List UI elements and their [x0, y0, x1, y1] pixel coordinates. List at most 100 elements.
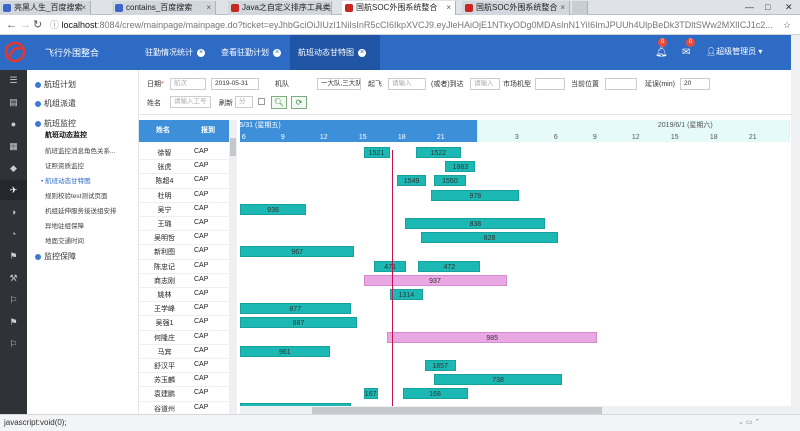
close-icon[interactable]: ×: [322, 1, 327, 15]
sidebar-item[interactable]: 证照资质监控: [45, 160, 84, 170]
maximize-icon[interactable]: □: [765, 0, 770, 14]
close-icon[interactable]: ×: [206, 1, 211, 15]
flight-bar[interactable]: 167: [363, 388, 378, 400]
grid-scrollbar[interactable]: [229, 120, 237, 415]
sidebar-item[interactable]: 航班监控消息角色关系...: [45, 145, 115, 155]
user-icon[interactable]: ●: [0, 114, 27, 134]
sidebar-sub-dynamic[interactable]: 航班动态监控: [45, 130, 87, 140]
close-icon[interactable]: ×: [560, 1, 565, 15]
tab-flight-gantt[interactable]: 航班动态甘特图 ×: [290, 35, 380, 70]
flight-bar[interactable]: 887: [240, 317, 357, 329]
flight-bar[interactable]: 738: [433, 374, 563, 386]
menu-icon[interactable]: ☰: [0, 70, 27, 90]
flight-bar[interactable]: 967: [240, 246, 355, 258]
sidebar-item[interactable]: 异地驻组保障: [45, 220, 84, 230]
close-icon[interactable]: ×: [446, 1, 451, 15]
close-tab-icon[interactable]: ×: [273, 48, 281, 57]
browser-tab-3[interactable]: Java之自定义排序工具类 ×: [228, 1, 332, 15]
grid-scroll-thumb[interactable]: [230, 138, 236, 156]
crew-name[interactable]: 吴宁: [148, 205, 181, 215]
crew-name[interactable]: 苏玉麟: [148, 375, 181, 385]
flight-bar[interactable]: 1550: [433, 175, 467, 187]
minimize-icon[interactable]: —: [745, 0, 754, 14]
flight-bar[interactable]: 168: [402, 388, 468, 400]
crew-name[interactable]: 新利图: [148, 247, 181, 257]
flight-bar[interactable]: 936: [240, 203, 307, 215]
arr-input[interactable]: 请输入: [470, 78, 500, 90]
sidebar-group-dispatch[interactable]: 机组派遣: [35, 98, 76, 109]
lock-icon[interactable]: ▦: [0, 136, 27, 156]
gauge-icon[interactable]: ◔: [0, 224, 27, 244]
bookmark-star-icon[interactable]: ☆: [783, 18, 791, 32]
crew-name[interactable]: 姚林: [148, 290, 181, 300]
close-tab-icon[interactable]: ×: [197, 48, 205, 57]
document-icon[interactable]: ▤: [0, 92, 27, 112]
pie-icon[interactable]: ◑: [0, 202, 27, 222]
reload-icon[interactable]: ↻: [33, 18, 42, 32]
sidebar-group-plan[interactable]: 航班计划: [35, 79, 76, 90]
crew-name[interactable]: 陈超4: [148, 176, 181, 186]
sidebar-group-monitor[interactable]: 航班监控: [35, 118, 76, 129]
flight-bar[interactable]: 1857: [424, 360, 456, 371]
tool-icon[interactable]: ⚒: [0, 268, 27, 288]
plane-icon[interactable]: ✈︎: [0, 180, 27, 200]
flight-bar[interactable]: 1521: [363, 147, 390, 158]
flight-bar[interactable]: 471: [373, 260, 407, 272]
horizontal-scroll-thumb[interactable]: [312, 407, 602, 414]
tab-duty-plan[interactable]: 查看驻勤计划 ×: [213, 35, 288, 70]
flag-icon[interactable]: ⚐: [0, 334, 27, 354]
sidebar-item[interactable]: 机组延伸服务接送组安排: [45, 205, 117, 215]
flight-bar[interactable]: 838: [405, 218, 546, 229]
flag-icon[interactable]: ⚑: [0, 312, 27, 332]
flight-bar[interactable]: 1522: [415, 147, 461, 158]
flight-bar[interactable]: 877: [240, 303, 351, 315]
crew-name[interactable]: 袁建鹏: [148, 389, 181, 399]
name-input[interactable]: 请输入工号: [170, 96, 211, 108]
crew-name[interactable]: 王学峰: [148, 304, 181, 314]
crew-name[interactable]: 谷道州: [148, 404, 181, 414]
sidebar-item[interactable]: 规则校验test测试页面: [45, 190, 107, 200]
message-icon[interactable]: ✉︎: [682, 47, 690, 58]
flight-bar[interactable]: 1883: [445, 161, 476, 173]
dep-input[interactable]: 请输入: [388, 78, 426, 90]
reset-button[interactable]: ⟳: [291, 96, 307, 109]
close-icon[interactable]: ×: [81, 1, 86, 15]
date-from-input[interactable]: 航次: [170, 78, 206, 90]
sidebar-group-assurance[interactable]: 监控保障: [35, 251, 76, 262]
browser-tab-1[interactable]: 亮黑人生_百度搜索 ×: [0, 1, 91, 15]
sidebar-item[interactable]: 地面交通时间: [45, 235, 84, 245]
flag-icon[interactable]: ⚐: [0, 290, 27, 310]
flight-bar[interactable]: 828: [420, 232, 559, 244]
tag-icon[interactable]: ◆: [0, 158, 27, 178]
refresh-input[interactable]: 分: [235, 96, 253, 108]
refresh-checkbox[interactable]: [258, 98, 265, 105]
position-input[interactable]: [605, 78, 637, 90]
new-tab-button[interactable]: [572, 1, 588, 15]
browser-tab-4[interactable]: 国航SOC外围系统整合 ×: [342, 1, 456, 16]
sidebar-item-active[interactable]: • 航班动态甘特图: [41, 175, 91, 185]
url-field[interactable]: ⓘ localhost:8084/crew/mainpage/mainpage.…: [50, 18, 785, 32]
crew-select[interactable]: 一大队,三大队: [317, 78, 361, 90]
crew-name[interactable]: 杜明: [148, 191, 181, 201]
crew-name[interactable]: 陈忠记: [148, 262, 181, 272]
crew-name[interactable]: 吴明哲: [148, 233, 181, 243]
date-input[interactable]: 2019-05-31: [211, 78, 259, 90]
forward-icon[interactable]: →: [20, 18, 31, 32]
crew-name[interactable]: 徐智: [148, 148, 181, 158]
crew-name[interactable]: 舒汉平: [148, 361, 181, 371]
flight-bar[interactable]: 978: [431, 189, 520, 201]
flag-icon[interactable]: ⚑: [0, 246, 27, 266]
crew-name[interactable]: 王璐: [148, 219, 181, 229]
delay-input[interactable]: 20: [680, 78, 710, 90]
market-input[interactable]: [535, 78, 565, 90]
flight-bar[interactable]: 1314: [389, 289, 424, 300]
crew-name[interactable]: 吴强1: [148, 318, 181, 328]
tab-duty-stats[interactable]: 驻勤情况统计 ×: [137, 35, 212, 70]
crew-name[interactable]: 商志刚: [148, 276, 181, 286]
page-info-icon[interactable]: ⓘ: [50, 20, 62, 30]
crew-name[interactable]: 马宾: [148, 347, 181, 357]
crew-name[interactable]: 张虎: [148, 162, 181, 172]
crew-name[interactable]: 何隆庄: [148, 333, 181, 343]
flight-bar[interactable]: 472: [418, 260, 481, 272]
page-scrollbar[interactable]: [791, 35, 800, 431]
